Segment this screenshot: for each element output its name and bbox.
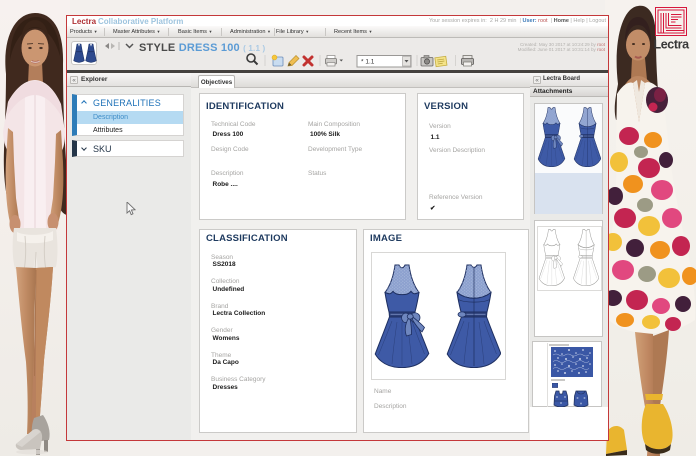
svg-text:Lectra: Lectra <box>654 38 691 52</box>
svg-text:* 1.1: * 1.1 <box>361 59 375 66</box>
